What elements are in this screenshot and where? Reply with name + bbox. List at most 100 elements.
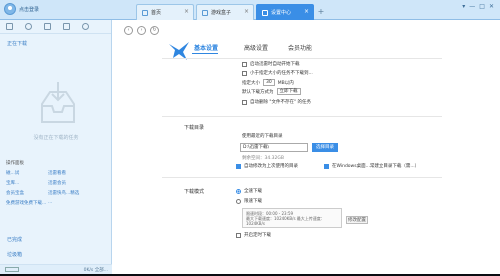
tab-settings[interactable]: 设置中心 × xyxy=(256,4,314,20)
size-select[interactable]: 30 xyxy=(263,79,275,86)
section-download-mode: 下载模式 xyxy=(184,189,205,195)
ops-link[interactable]: 会员宝盒 xyxy=(6,190,48,196)
refresh-icon[interactable]: ↻ xyxy=(150,26,159,35)
radio-limited[interactable]: 限速下载 xyxy=(236,198,262,204)
option-label: 全速下载 xyxy=(244,189,262,194)
login-link[interactable]: 点击登录 xyxy=(19,6,39,13)
checkbox[interactable] xyxy=(242,70,247,76)
ops-link[interactable]: ... xyxy=(48,200,106,206)
radio[interactable] xyxy=(236,198,241,204)
tab-label: 首页 xyxy=(151,10,162,16)
mode-select[interactable]: 立即下载 xyxy=(276,88,301,95)
radio-full-speed[interactable]: 全速下载 xyxy=(236,188,262,194)
more-icon[interactable] xyxy=(82,23,89,30)
limit-info-box: 限速时段：00:00 - 23:59 最大下载速度：10240KB/s 最大上传… xyxy=(242,208,342,228)
option-label: 小于指定大小的任务不下载到... xyxy=(250,71,313,76)
checkbox[interactable] xyxy=(242,99,247,105)
sidebar-item-trash[interactable]: 垃圾箱 xyxy=(7,251,22,258)
option-label: 启动迅雷时自动开始下载 xyxy=(250,62,300,67)
option-label: 自动修改为上次使用的目录 xyxy=(244,164,298,169)
choose-dir-button[interactable]: 选择目录 xyxy=(312,143,338,152)
tab-basic-settings[interactable]: 基本设置 xyxy=(194,43,218,52)
option-auto-delete[interactable]: 自动删除 "文件不存在" 的任务 xyxy=(242,99,311,105)
empty-message: 没有正在下载的任务 xyxy=(33,135,79,141)
add-task-icon[interactable] xyxy=(6,23,13,30)
ops-link[interactable]: 迅雷会员 xyxy=(48,180,106,186)
menu-icon[interactable]: ▾ xyxy=(462,3,465,10)
option-size-limit[interactable]: 小于指定大小的任务不下载到... xyxy=(242,70,313,76)
tab-advanced-settings[interactable]: 高级设置 xyxy=(244,43,268,52)
option-label: 指定大小 xyxy=(242,80,260,86)
option-label: 在Windows桌面...常建立目录下载（需...） xyxy=(332,164,420,169)
option-windows-desktop[interactable]: 在Windows桌面...常建立目录下载（需...） xyxy=(324,163,419,169)
title-bar: 点击登录 首页 × 游戏盒子 × 设置中心 × + ▾ — □ ✕ xyxy=(0,0,500,20)
option-label: 限速下载 xyxy=(244,199,262,204)
forward-icon[interactable]: › xyxy=(137,26,146,35)
close-icon[interactable]: × xyxy=(184,8,189,15)
ops-link[interactable]: 迅雷快鸟...精选 xyxy=(48,190,106,196)
tab-label: 游戏盒子 xyxy=(211,10,232,16)
option-size: 指定大小 30 MB以内 xyxy=(242,79,294,86)
pause-icon[interactable] xyxy=(44,23,51,30)
divider xyxy=(162,58,442,59)
option-scheduled[interactable]: 开启定时下载 xyxy=(236,232,271,238)
tab-games[interactable]: 游戏盒子 × xyxy=(196,4,254,20)
limit-speeds-text: 最大下载速度：10240KB/s 最大上传速度：1024KB/s xyxy=(246,216,325,226)
start-icon[interactable] xyxy=(25,23,32,30)
watermark-subtext: jingyan.baidu.com xyxy=(363,261,447,271)
ops-link[interactable]: 磁...试 xyxy=(6,170,48,176)
delete-icon[interactable] xyxy=(63,23,70,30)
tab-home[interactable]: 首页 × xyxy=(136,4,194,20)
thunder-window: 点击登录 首页 × 游戏盒子 × 设置中心 × + ▾ — □ ✕ 正在下载 没… xyxy=(0,0,500,276)
option-label: 自动删除 "文件不存在" 的任务 xyxy=(250,100,311,105)
free-space-text: 剩余空间：34.32GB xyxy=(242,156,284,161)
close-icon[interactable]: × xyxy=(304,8,309,15)
minimize-icon[interactable]: — xyxy=(469,3,475,10)
tab-label: 设置中心 xyxy=(271,10,292,16)
maximize-icon[interactable]: □ xyxy=(479,3,485,10)
new-tab-button[interactable]: + xyxy=(316,7,326,17)
option-label: 使用最近的下载目录 xyxy=(242,134,283,139)
avatar[interactable] xyxy=(4,3,16,15)
checkbox[interactable] xyxy=(242,61,247,67)
radio[interactable] xyxy=(236,188,241,194)
empty-download-icon xyxy=(41,82,75,123)
sidebar: 正在下载 没有正在下载的任务 操作面板 磁...试 迅雷看看 宝库... 迅雷会… xyxy=(0,20,112,274)
speed-status: 0K/s 全部... xyxy=(83,268,108,273)
settings-icon xyxy=(262,10,268,16)
back-icon[interactable]: ‹ xyxy=(124,26,133,35)
option-auto-start[interactable]: 启动迅雷时自动开始下载 xyxy=(242,61,300,67)
edit-config-button[interactable]: 修改配置 xyxy=(346,216,368,224)
option-recent-dir: 使用最近的下载目录 xyxy=(242,133,283,139)
option-label: 默认下载方式为 xyxy=(242,89,274,95)
status-bar: 0K/s 全部... xyxy=(0,264,112,274)
task-toolbar xyxy=(0,20,111,34)
sidebar-item-downloading[interactable]: 正在下载 xyxy=(7,40,27,47)
home-icon xyxy=(142,10,148,16)
option-auto-modify-dir[interactable]: 自动修改为上次使用的目录 xyxy=(236,163,298,169)
watermark-text: Bai 经验 xyxy=(348,232,439,258)
active-tab-underline xyxy=(192,53,218,54)
sidebar-item-completed[interactable]: 已完成 xyxy=(7,236,22,243)
section-download-dir: 下载目录 xyxy=(184,125,205,131)
baidu-watermark: Bai 经验 jingyan.baidu.com xyxy=(348,232,447,271)
close-window-icon[interactable]: ✕ xyxy=(489,3,494,10)
tab-vip-features[interactable]: 会员功能 xyxy=(288,43,312,52)
checkbox[interactable] xyxy=(236,163,241,169)
login-area[interactable]: 点击登录 xyxy=(4,3,39,15)
game-icon xyxy=(202,10,208,16)
free-space: 剩余空间：34.32GB xyxy=(242,155,284,161)
ops-links: 磁...试 迅雷看看 宝库... 迅雷会员 会员宝盒 迅雷快鸟...精选 免费游… xyxy=(6,170,106,206)
divider xyxy=(162,177,442,178)
close-icon[interactable]: × xyxy=(244,8,249,15)
ops-link[interactable]: 迅雷看看 xyxy=(48,170,106,176)
divider xyxy=(162,116,442,117)
checkbox[interactable] xyxy=(236,232,241,238)
ops-link[interactable]: 宝库... xyxy=(6,180,48,186)
download-path-input[interactable]: D:\迅雷下载\ xyxy=(240,143,308,152)
status-toggle-icon[interactable] xyxy=(5,267,19,272)
ops-link[interactable]: 免费游戏免费下载... xyxy=(6,200,48,206)
option-label: 开启定时下载 xyxy=(244,233,271,238)
nav-arrows: ‹ › ↻ xyxy=(124,26,159,35)
checkbox[interactable] xyxy=(324,163,329,169)
